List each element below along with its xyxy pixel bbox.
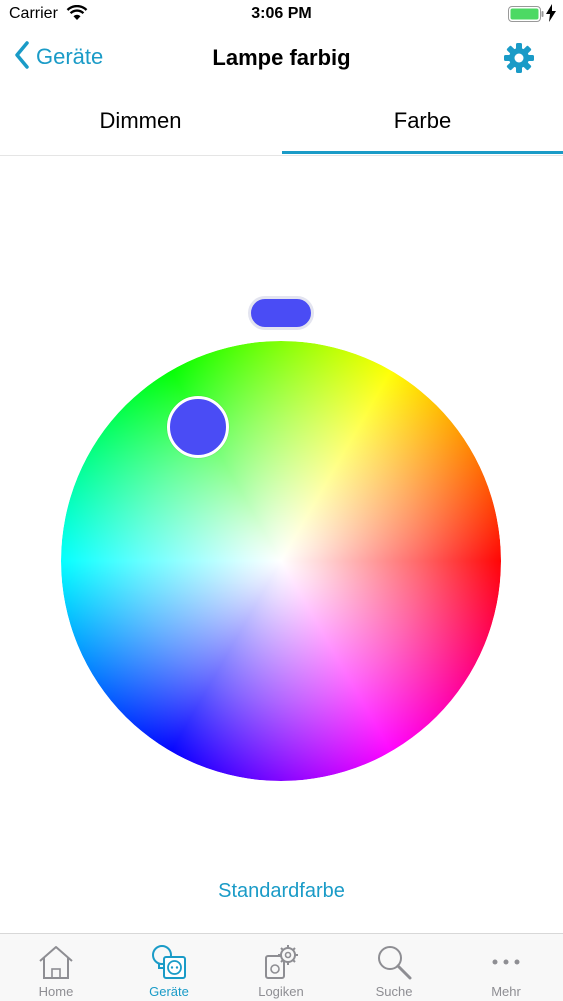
logic-gear-icon <box>261 942 301 982</box>
navigation-bar: Geräte Lampe farbig <box>0 30 563 88</box>
clock: 3:06 PM <box>251 5 312 22</box>
battery-icon <box>508 6 544 27</box>
tabbar-label: Suche <box>375 984 413 999</box>
tabbar-logic[interactable]: Logiken <box>225 934 337 1001</box>
selected-tab-indicator <box>282 151 563 154</box>
tab-bar: Home Geräte Logiken Suche Mehr <box>0 933 563 1001</box>
tabbar-search[interactable]: Suche <box>338 934 450 1001</box>
tabbar-label: Home <box>38 984 74 999</box>
color-picker-handle[interactable] <box>167 396 229 458</box>
status-bar: Carrier 3:06 PM <box>0 0 563 30</box>
standard-color-button[interactable]: Standardfarbe <box>0 880 563 903</box>
tab-farbe[interactable]: Farbe <box>282 88 563 155</box>
tabbar-home[interactable]: Home <box>0 934 112 1001</box>
page-title: Lampe farbig <box>212 45 351 70</box>
settings-button[interactable] <box>503 42 535 79</box>
color-wheel[interactable] <box>61 341 501 781</box>
color-preview <box>248 296 314 330</box>
tabbar-label: Geräte <box>149 984 189 999</box>
house-icon <box>36 942 76 982</box>
more-icon <box>486 942 526 982</box>
gear-icon <box>503 43 535 78</box>
search-icon <box>374 942 414 982</box>
tabbar-label: Logiken <box>258 984 304 999</box>
tab-dimmen[interactable]: Dimmen <box>0 88 281 155</box>
charging-icon <box>546 4 556 27</box>
segment-tabs: Dimmen Farbe <box>0 88 563 156</box>
tabbar-label: Mehr <box>491 984 521 999</box>
tabbar-more[interactable]: Mehr <box>450 934 562 1001</box>
devices-icon <box>149 942 189 982</box>
tabbar-devices[interactable]: Geräte <box>113 934 225 1001</box>
saturation-overlay <box>61 341 501 781</box>
